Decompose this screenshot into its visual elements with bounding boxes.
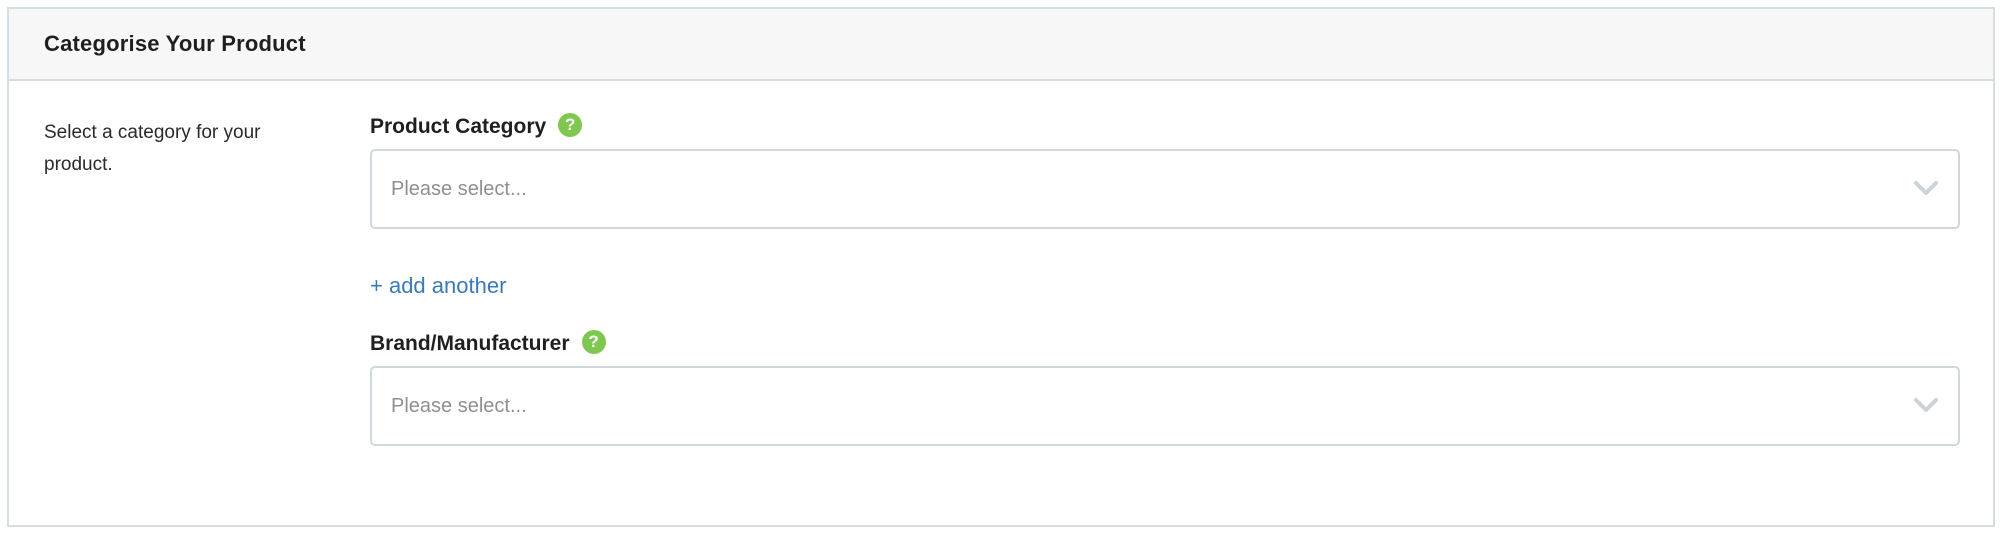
product-category-field: Product Category ? Please select... <box>370 111 1960 229</box>
chevron-down-icon <box>1914 181 1938 195</box>
product-category-select[interactable]: Please select... <box>370 149 1960 229</box>
panel-description: Select a category for your product. <box>44 122 261 175</box>
product-category-label-row: Product Category ? <box>370 111 1960 143</box>
brand-manufacturer-select[interactable]: Please select... <box>370 366 1960 446</box>
brand-manufacturer-label: Brand/Manufacturer <box>370 332 570 355</box>
add-another-link[interactable]: + add another <box>370 273 506 299</box>
help-icon[interactable]: ? <box>581 330 606 354</box>
product-category-label: Product Category <box>370 115 547 138</box>
panel-header: Categorise Your Product <box>9 9 1993 81</box>
brand-manufacturer-label-row: Brand/Manufacturer ? <box>370 328 1960 360</box>
help-icon[interactable]: ? <box>558 113 583 137</box>
brand-manufacturer-select-value: Please select... <box>391 394 527 417</box>
product-category-select-value: Please select... <box>391 177 527 200</box>
panel-title: Categorise Your Product <box>44 31 306 56</box>
chevron-down-icon <box>1914 398 1938 412</box>
categorise-panel: Categorise Your Product Select a categor… <box>7 7 1995 527</box>
brand-manufacturer-field: Brand/Manufacturer ? Please select... <box>370 328 1960 446</box>
